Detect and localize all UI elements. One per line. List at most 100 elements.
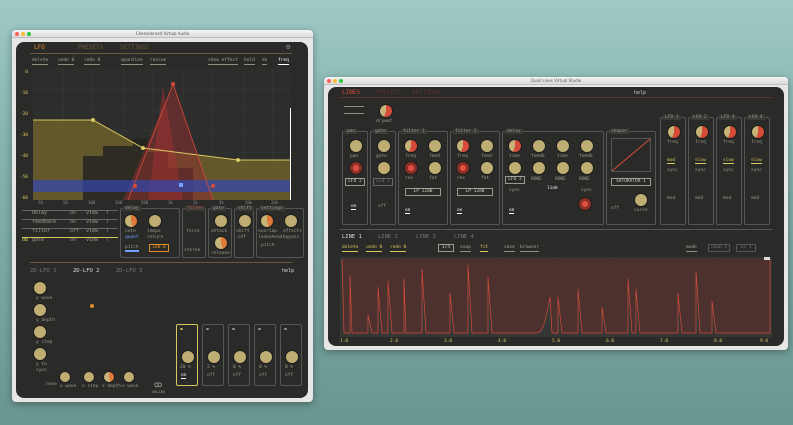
- delay-mod-knob-3[interactable]: [557, 162, 569, 174]
- save-button[interactable]: save: [504, 245, 515, 252]
- redo-button[interactable]: redo 0: [84, 58, 101, 65]
- delay-lfo-select[interactable]: LFO 2: [505, 176, 525, 184]
- link-icon[interactable]: ⚭: [257, 326, 262, 333]
- filter2-fat-knob[interactable]: [481, 162, 493, 174]
- route-state[interactable]: on: [70, 237, 76, 243]
- route-row-feedback[interactable]: feedback on view ⌇: [22, 219, 118, 225]
- undo-button[interactable]: undo 0: [366, 245, 383, 252]
- delete-button[interactable]: delete: [32, 58, 49, 65]
- curve-knob[interactable]: [635, 194, 647, 206]
- y-step-knob[interactable]: [34, 326, 46, 338]
- pan-knob[interactable]: [350, 140, 362, 152]
- slot-knob[interactable]: [182, 351, 194, 363]
- x-wave-knob[interactable]: [60, 372, 70, 382]
- y-to-knob[interactable]: [34, 348, 46, 360]
- route-state[interactable]: on: [70, 210, 76, 216]
- delay-time2-knob[interactable]: [557, 140, 569, 152]
- delay-mod-knob-2[interactable]: [533, 162, 545, 174]
- route-row-delay[interactable]: delay on view ⌇: [22, 210, 118, 216]
- filter2-freq-knob[interactable]: [457, 140, 469, 152]
- shift-knob[interactable]: [239, 215, 251, 227]
- filter2-type-select[interactable]: LP 12dB: [457, 188, 493, 196]
- freq-button[interactable]: freq: [278, 58, 289, 65]
- snap-button[interactable]: snap: [460, 245, 471, 252]
- slot-knob[interactable]: [208, 351, 220, 363]
- fit-button[interactable]: fit: [480, 245, 489, 252]
- lfo-window-titlebar[interactable]: Cheesebread Virtual Audio: [12, 30, 313, 38]
- link-icon[interactable]: ⚭: [231, 326, 236, 333]
- tab-line-2[interactable]: LINE 2: [378, 234, 398, 240]
- tab-line-1[interactable]: LINE 1: [342, 234, 362, 240]
- undo-button[interactable]: undo 0: [58, 58, 75, 65]
- automation-graph[interactable]: [340, 257, 772, 337]
- gate-knob[interactable]: [215, 215, 227, 227]
- link-button[interactable]: link: [547, 186, 558, 191]
- slot-mode[interactable]: off: [259, 373, 267, 378]
- help-button[interactable]: help: [282, 268, 294, 274]
- tab-settings[interactable]: SETTINGS: [412, 89, 441, 96]
- shaper-curve[interactable]: [611, 138, 651, 172]
- tab-lfo[interactable]: LFO: [34, 44, 45, 51]
- quantize-button[interactable]: quantize: [121, 58, 143, 65]
- filter1-on-button[interactable]: on: [405, 208, 411, 214]
- spectrum-graph[interactable]: [33, 68, 291, 200]
- link-icon[interactable]: ⚭: [205, 326, 210, 333]
- delay-mod-knob-4[interactable]: [581, 162, 593, 174]
- shaper-off-button[interactable]: off: [611, 206, 619, 211]
- cc-select[interactable]: cc 1: [736, 244, 756, 252]
- delete-button[interactable]: delete: [342, 245, 359, 252]
- dx-button[interactable]: dx: [262, 58, 268, 65]
- tab-presets[interactable]: PRESETS: [78, 44, 103, 51]
- filter2-on-button[interactable]: on: [457, 208, 463, 214]
- tab-presets[interactable]: PRESETS: [376, 89, 401, 96]
- lfo-freq-knob[interactable]: [668, 126, 680, 138]
- tab-2d-lfo-3[interactable]: 2D-LFO 3: [116, 268, 143, 274]
- route-row-gate[interactable]: dB gate on view ⌇: [22, 237, 118, 243]
- x-wave2-knob[interactable]: [124, 372, 134, 382]
- overlap-knob[interactable]: [261, 215, 273, 227]
- drywet-knob[interactable]: [380, 105, 392, 117]
- lfo-freq-knob[interactable]: [724, 126, 736, 138]
- rescue-button[interactable]: rescue: [150, 58, 167, 65]
- channel-select[interactable]: chan 1: [708, 244, 730, 252]
- hold-button[interactable]: hold: [244, 58, 255, 65]
- route-view[interactable]: view: [86, 219, 98, 225]
- slot-5[interactable]: ⚭ 0 % off: [280, 324, 302, 386]
- gate-mod-knob[interactable]: [378, 162, 390, 174]
- tab-2d-lfo-2[interactable]: 2D-LFO 2: [73, 268, 100, 274]
- toggle-b[interactable]: [344, 112, 364, 114]
- slot-mode[interactable]: off: [285, 373, 293, 378]
- pan-mod-knob[interactable]: [350, 162, 362, 174]
- filter2-feed-knob[interactable]: [481, 140, 493, 152]
- delay-feedb2-knob[interactable]: [581, 140, 593, 152]
- route-row-filter[interactable]: filter off view ⌇: [22, 228, 118, 234]
- lfo-position-dot[interactable]: [90, 304, 94, 308]
- route-view[interactable]: view: [86, 237, 98, 243]
- route-state[interactable]: on: [70, 219, 76, 225]
- pan-on-button[interactable]: on: [351, 204, 357, 210]
- tempo-knob[interactable]: [149, 215, 161, 227]
- slot-1[interactable]: ⚭ 20 % on: [176, 324, 198, 386]
- gate-off-button[interactable]: off: [378, 204, 386, 209]
- delay-mod-knob-1[interactable]: [509, 162, 521, 174]
- tab-line-4[interactable]: LINE 4: [454, 234, 474, 240]
- route-view[interactable]: view: [86, 210, 98, 216]
- delay-time-knob[interactable]: [509, 140, 521, 152]
- route-view[interactable]: view: [86, 228, 98, 234]
- filter2-res-knob[interactable]: [457, 162, 469, 174]
- slot-knob[interactable]: [286, 351, 298, 363]
- filter1-type-select[interactable]: LP 12dB: [405, 188, 441, 196]
- filter1-res-knob[interactable]: [405, 162, 417, 174]
- help-button[interactable]: help: [634, 90, 646, 96]
- browser-button[interactable]: browser: [520, 245, 539, 252]
- slot-mode[interactable]: off: [207, 373, 215, 378]
- gate-select[interactable]: LFO 1: [373, 178, 393, 186]
- x-depth-knob[interactable]: [104, 372, 114, 382]
- shaper-select[interactable]: SATURATOR 1: [611, 178, 651, 186]
- x-step-knob[interactable]: [84, 372, 94, 382]
- delay-on-button[interactable]: on: [509, 208, 515, 214]
- tab-settings[interactable]: SETTINGS: [120, 44, 149, 51]
- gate-knob[interactable]: [378, 140, 390, 152]
- delay-value[interactable]: 100.0: [149, 244, 169, 252]
- filter1-feed-knob[interactable]: [429, 140, 441, 152]
